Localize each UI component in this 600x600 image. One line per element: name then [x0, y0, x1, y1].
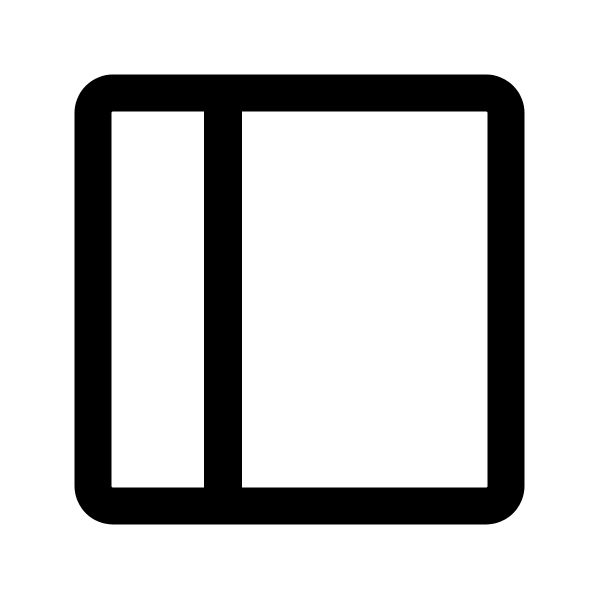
frame-outline [74, 74, 525, 525]
sidebar-left-icon-svg [74, 74, 525, 525]
sidebar-divider [204, 93, 242, 506]
icon-canvas [0, 0, 600, 600]
sidebar-left-icon [0, 0, 600, 600]
